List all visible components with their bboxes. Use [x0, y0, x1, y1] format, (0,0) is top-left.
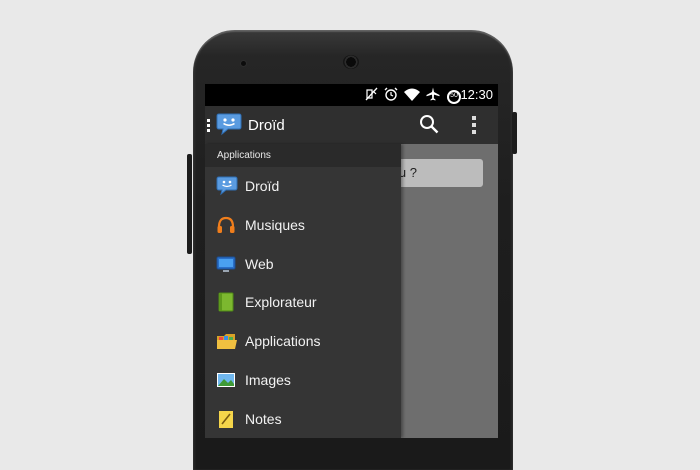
phone-earpiece	[343, 55, 359, 69]
drawer-item-musiques[interactable]: Musiques	[205, 206, 401, 245]
drawer-item-images[interactable]: Images	[205, 361, 401, 400]
overflow-menu-icon[interactable]	[472, 116, 476, 137]
drawer-item-label: Applications	[245, 333, 321, 350]
airplane-icon	[426, 87, 440, 106]
drawer-item-label: Web	[245, 255, 274, 272]
drawer-item-label: Notes	[245, 410, 282, 427]
monitor-icon	[216, 254, 236, 274]
alarm-icon	[384, 87, 398, 106]
drawer-item-web[interactable]: Web	[205, 245, 401, 284]
status-time: 12:30	[460, 87, 493, 102]
mute-icon	[365, 87, 378, 106]
drawer-item-label: Explorateur	[245, 294, 317, 311]
droid-app-icon[interactable]	[216, 112, 242, 141]
drawer-item-applications[interactable]: Applications	[205, 322, 401, 361]
droid-icon	[216, 176, 238, 196]
drawer-item-label: Images	[245, 371, 291, 388]
drawer-item-droid[interactable]: Droïd	[205, 167, 401, 206]
navigation-drawer: Applications Droïd Musiques Web Explorat…	[205, 144, 401, 438]
action-bar: Droïd	[205, 106, 498, 144]
image-icon	[216, 370, 236, 390]
status-bar: 50 12:30	[205, 84, 498, 106]
drawer-item-label: Musiques	[245, 216, 305, 233]
drawer-section-title: Applications	[205, 144, 401, 167]
book-icon	[216, 292, 236, 312]
notepad-icon	[216, 409, 236, 429]
search-icon[interactable]	[419, 114, 439, 139]
app-title: Droïd	[248, 117, 285, 134]
folder-icon	[216, 331, 237, 351]
wifi-icon	[404, 88, 420, 106]
drawer-item-notes[interactable]: Notes	[205, 400, 401, 438]
drawer-item-label: Droïd	[245, 178, 280, 194]
drawer-item-explorateur[interactable]: Explorateur	[205, 283, 401, 322]
headphones-icon	[216, 215, 236, 235]
phone-side-button	[187, 154, 192, 254]
phone-sensor	[241, 61, 246, 66]
drawer-indicator-icon[interactable]	[207, 119, 210, 134]
phone-power-button	[512, 112, 517, 154]
phone-screen: 50 12:30 Droïd eux-tu ? Applications Dro…	[205, 84, 498, 438]
